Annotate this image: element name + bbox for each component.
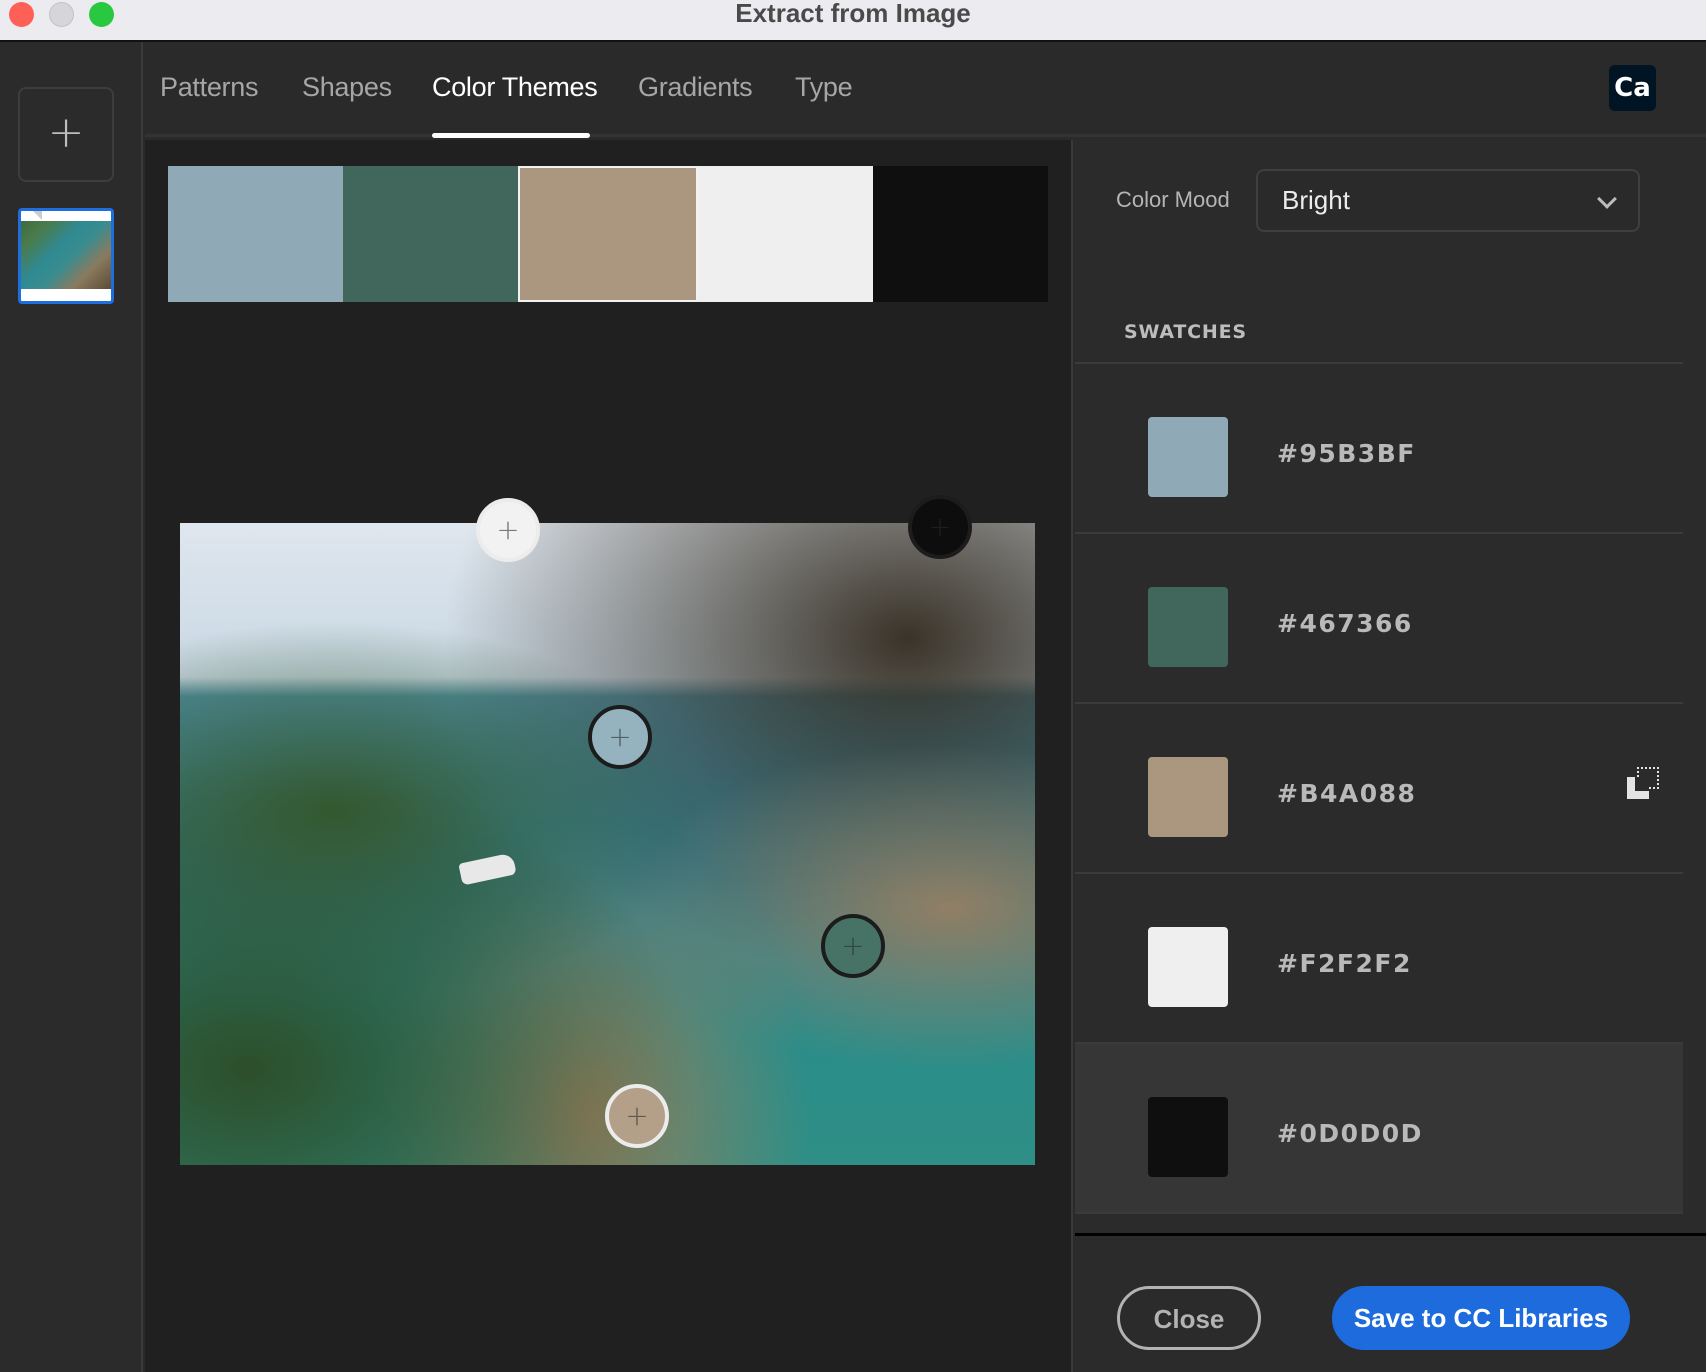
source-photo: [180, 523, 1035, 1165]
color-picker-marker[interactable]: +: [908, 495, 972, 559]
swatch-row[interactable]: #F2F2F2: [1075, 874, 1683, 1044]
theme-swatch[interactable]: [872, 166, 1049, 302]
color-mood-dropdown[interactable]: Bright: [1256, 169, 1640, 232]
color-mood-label: Color Mood: [1116, 187, 1230, 212]
tab-gradients[interactable]: Gradients: [638, 72, 753, 103]
tab-color-themes[interactable]: Color Themes: [432, 72, 598, 103]
theme-swatch[interactable]: [168, 166, 344, 302]
window-title: Extract from Image: [735, 0, 971, 28]
plus-icon: +: [608, 720, 632, 753]
swatch-row[interactable]: #95B3BF: [1075, 364, 1683, 534]
swatch-hex-value[interactable]: #95B3BF: [1277, 439, 1416, 468]
swatch-color-box[interactable]: [1148, 587, 1228, 667]
close-button[interactable]: Close: [1117, 1286, 1261, 1350]
swatch-row[interactable]: #0D0D0D: [1075, 1044, 1683, 1214]
swatch-hex-value[interactable]: #467366: [1277, 609, 1413, 638]
swatch-color-box[interactable]: [1148, 1097, 1228, 1177]
color-picker-marker[interactable]: +: [588, 705, 652, 769]
tab-shapes[interactable]: Shapes: [302, 72, 392, 103]
plus-icon: +: [496, 513, 520, 546]
title-bar: Extract from Image: [0, 0, 1706, 42]
footer-divider: [1075, 1233, 1706, 1236]
swatch-hex-value[interactable]: #0D0D0D: [1277, 1119, 1423, 1148]
swatches-heading: SWATCHES: [1124, 321, 1247, 343]
swatch-hex-value[interactable]: #B4A088: [1277, 779, 1416, 808]
thumbnail-image: [21, 221, 111, 289]
main-panel: + + + + +: [145, 140, 1073, 1372]
boat-in-photo: [458, 852, 517, 886]
image-thumbnail[interactable]: [18, 208, 114, 304]
swatch-row[interactable]: #467366: [1075, 534, 1683, 704]
swatch-color-box[interactable]: [1148, 927, 1228, 1007]
tab-patterns[interactable]: Patterns: [160, 72, 258, 103]
plus-icon: +: [625, 1099, 649, 1132]
swatch-color-box[interactable]: [1148, 417, 1228, 497]
color-mood-value: Bright: [1282, 185, 1350, 215]
swatch-list: #95B3BF #467366 #B4A088 #F2F2F2 #0D0D0D: [1075, 362, 1683, 1214]
page-fold-icon: [33, 211, 42, 220]
color-theme-strip: [168, 166, 1049, 302]
theme-swatch[interactable]: [697, 166, 873, 302]
swatches-panel: Color Mood Bright SWATCHES #95B3BF #4673…: [1075, 140, 1706, 1372]
plus-icon: +: [47, 107, 85, 158]
plus-icon: +: [928, 510, 952, 543]
tab-type[interactable]: Type: [795, 72, 853, 103]
color-picker-marker[interactable]: +: [821, 914, 885, 978]
color-picker-marker[interactable]: +: [476, 498, 540, 562]
capture-app-icon: Ca: [1609, 65, 1656, 111]
tab-bar: Patterns Shapes Color Themes Gradients T…: [145, 42, 1706, 138]
active-tab-indicator: [432, 133, 590, 138]
swatch-row[interactable]: #B4A088: [1075, 704, 1683, 874]
sidebar: +: [0, 42, 143, 1372]
color-picker-marker[interactable]: +: [605, 1084, 669, 1148]
swatch-color-box[interactable]: [1148, 757, 1228, 837]
chevron-down-icon: [1597, 189, 1617, 209]
swatch-hex-value[interactable]: #F2F2F2: [1277, 949, 1412, 978]
plus-icon: +: [841, 929, 865, 962]
save-to-cc-libraries-button[interactable]: Save to CC Libraries: [1332, 1286, 1630, 1350]
theme-swatch[interactable]: [518, 166, 698, 302]
add-image-button[interactable]: +: [18, 87, 114, 182]
copy-icon[interactable]: [1627, 767, 1661, 801]
theme-swatch[interactable]: [343, 166, 519, 302]
